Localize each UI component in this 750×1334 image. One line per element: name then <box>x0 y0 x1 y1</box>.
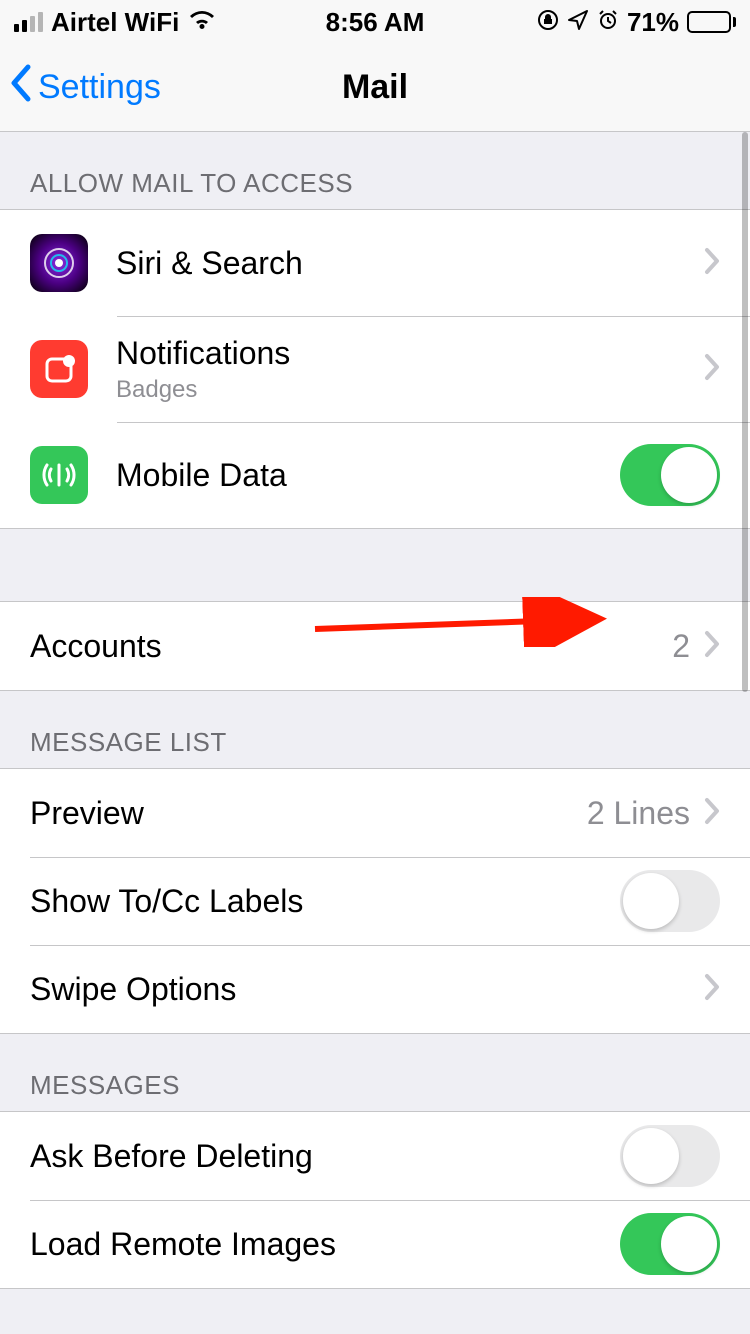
carrier-label: Airtel WiFi <box>51 7 179 38</box>
chevron-right-icon <box>704 973 720 1006</box>
chevron-right-icon <box>704 630 720 663</box>
notifications-icon <box>30 340 88 398</box>
row-ask-before-deleting: Ask Before Deleting <box>0 1112 750 1200</box>
page-title: Mail <box>342 68 408 107</box>
group-accounts: Accounts 2 <box>0 601 750 691</box>
preview-value: 2 Lines <box>587 795 690 832</box>
accounts-label: Accounts <box>30 628 672 665</box>
section-header-message-list: Message List <box>0 691 750 768</box>
alarm-icon <box>597 7 619 38</box>
back-label: Settings <box>38 68 161 107</box>
group-messages: Ask Before Deleting Load Remote Images <box>0 1111 750 1289</box>
nav-bar: Settings Mail <box>0 44 750 132</box>
ask-before-deleting-toggle[interactable] <box>620 1125 720 1187</box>
row-accounts[interactable]: Accounts 2 <box>0 602 750 690</box>
mobile-data-label: Mobile Data <box>116 457 620 494</box>
battery-icon <box>687 11 736 33</box>
group-message-list: Preview 2 Lines Show To/Cc Labels Swipe … <box>0 768 750 1034</box>
siri-label: Siri & Search <box>116 245 704 282</box>
chevron-right-icon <box>704 797 720 830</box>
siri-icon <box>30 234 88 292</box>
row-siri-search[interactable]: Siri & Search <box>0 210 750 316</box>
clock-label: 8:56 AM <box>326 7 425 38</box>
row-notifications[interactable]: Notifications Badges <box>0 316 750 422</box>
scrollbar[interactable] <box>742 132 748 692</box>
row-swipe-options[interactable]: Swipe Options <box>0 945 750 1033</box>
show-tocc-label: Show To/Cc Labels <box>30 883 620 920</box>
row-show-tocc: Show To/Cc Labels <box>0 857 750 945</box>
section-header-access: Allow Mail to Access <box>0 132 750 209</box>
notifications-sublabel: Badges <box>116 376 704 404</box>
notifications-label: Notifications <box>116 335 704 372</box>
mail-settings-screen: Airtel WiFi 8:56 AM 71% <box>0 0 750 1334</box>
show-tocc-toggle[interactable] <box>620 870 720 932</box>
mobile-data-toggle[interactable] <box>620 444 720 506</box>
section-header-messages: Messages <box>0 1034 750 1111</box>
row-mobile-data: Mobile Data <box>0 422 750 528</box>
orientation-lock-icon <box>537 7 559 38</box>
row-preview[interactable]: Preview 2 Lines <box>0 769 750 857</box>
chevron-left-icon <box>8 63 32 112</box>
chevron-right-icon <box>704 247 720 280</box>
cellular-signal-icon <box>14 12 43 32</box>
row-load-remote-images: Load Remote Images <box>0 1200 750 1288</box>
load-remote-images-label: Load Remote Images <box>30 1226 620 1263</box>
status-bar: Airtel WiFi 8:56 AM 71% <box>0 0 750 44</box>
wifi-icon <box>187 7 217 38</box>
ask-before-deleting-label: Ask Before Deleting <box>30 1138 620 1175</box>
load-remote-images-toggle[interactable] <box>620 1213 720 1275</box>
battery-pct-label: 71% <box>627 7 679 38</box>
back-button[interactable]: Settings <box>8 63 161 112</box>
accounts-count: 2 <box>672 628 690 665</box>
group-access: Siri & Search Notifications Badges Mobil… <box>0 209 750 529</box>
chevron-right-icon <box>704 353 720 386</box>
location-icon <box>567 7 589 38</box>
preview-label: Preview <box>30 795 587 832</box>
mobile-data-icon <box>30 446 88 504</box>
swipe-options-label: Swipe Options <box>30 971 704 1008</box>
